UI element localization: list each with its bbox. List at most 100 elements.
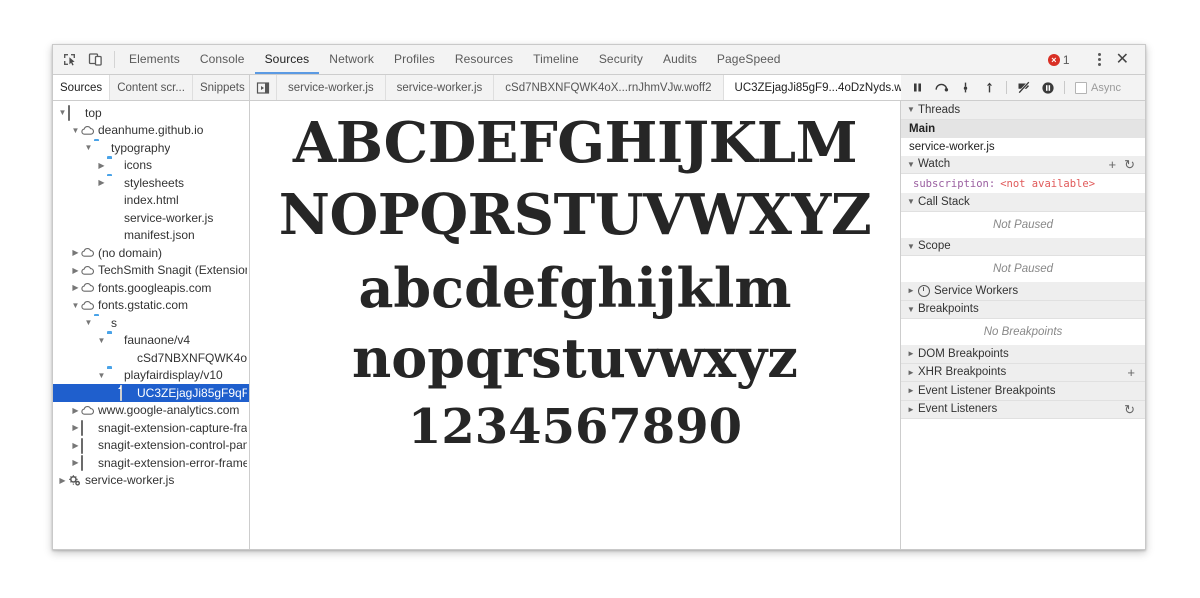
- chevron-right-icon: ►: [907, 386, 915, 396]
- chevron-down-icon: ▼: [907, 197, 915, 207]
- section-threads-header[interactable]: ▼ Threads: [901, 101, 1145, 120]
- sub-tab-sources[interactable]: Sources: [53, 75, 111, 100]
- tree-item[interactable]: ▶ stylesheets: [53, 174, 249, 192]
- section-service-workers-header[interactable]: ► Service Workers: [901, 282, 1145, 301]
- tree-item[interactable]: ▼ top: [53, 104, 249, 122]
- chevron-right-icon[interactable]: ▶: [96, 178, 107, 187]
- tab-pagespeed[interactable]: PageSpeed: [707, 45, 791, 74]
- editor-tab-service-worker-2[interactable]: service-worker.js: [386, 75, 495, 100]
- tree-item[interactable]: service-worker.js: [53, 209, 249, 227]
- tab-security[interactable]: Security: [589, 45, 653, 74]
- close-icon[interactable]: ✕: [1112, 51, 1137, 68]
- editor-tab-service-worker-1[interactable]: service-worker.js: [277, 75, 386, 100]
- tree-item[interactable]: ▼ s: [53, 314, 249, 332]
- tab-timeline[interactable]: Timeline: [523, 45, 589, 74]
- section-breakpoints-header[interactable]: ▼ Breakpoints: [901, 300, 1145, 319]
- tree-item[interactable]: ▶ service-worker.js: [53, 472, 249, 490]
- tree-item[interactable]: ▼ playfairdisplay/v10: [53, 367, 249, 385]
- step-into-button[interactable]: [955, 78, 976, 97]
- chevron-right-icon[interactable]: ▶: [70, 406, 81, 415]
- editor-tab-faunaone-woff2[interactable]: cSd7NBXNFQWK4oX...rnJhmVJw.woff2: [494, 75, 724, 100]
- tree-item[interactable]: cSd7NBXNFQWK4oX1706…: [53, 349, 249, 367]
- tab-sources[interactable]: Sources: [254, 45, 320, 74]
- chevron-right-icon[interactable]: ▶: [70, 441, 81, 450]
- tree-item[interactable]: ▶ TechSmith Snagit (Extension): [53, 262, 249, 280]
- chevron-right-icon[interactable]: ▶: [96, 161, 107, 170]
- tree-item[interactable]: manifest.json: [53, 227, 249, 245]
- devtools-body: Sources Content scr... Snippets ▼ top ▼ dea…: [53, 75, 1145, 549]
- devtools-menu-icon[interactable]: [1089, 53, 1110, 66]
- chevron-down-icon[interactable]: ▼: [96, 371, 107, 380]
- call-stack-empty-message: Not Paused: [901, 211, 1145, 238]
- chevron-right-icon[interactable]: ▶: [70, 248, 81, 257]
- step-over-button[interactable]: [931, 78, 952, 97]
- chevron-right-icon[interactable]: ▶: [57, 476, 68, 485]
- section-breakpoints-title: Breakpoints: [918, 303, 979, 316]
- chevron-down-icon: ▼: [907, 241, 915, 251]
- tree-item[interactable]: index.html: [53, 192, 249, 210]
- chevron-down-icon[interactable]: ▼: [83, 318, 94, 327]
- cloud-icon: [81, 299, 94, 312]
- refresh-watch-icon[interactable]: ↻: [1120, 158, 1139, 171]
- error-count-badge[interactable]: × 1: [1042, 53, 1076, 67]
- tab-network[interactable]: Network: [319, 45, 384, 74]
- tree-item-label: UC3ZEjagJi85gF9qFaBgIM…: [137, 385, 247, 400]
- hide-navigator-icon[interactable]: [250, 75, 277, 100]
- deactivate-breakpoints-button[interactable]: [1013, 78, 1034, 97]
- chevron-right-icon: ►: [907, 404, 915, 414]
- chevron-right-icon[interactable]: ▶: [70, 283, 81, 292]
- refresh-event-listeners-icon[interactable]: ↻: [1120, 403, 1139, 416]
- chevron-right-icon[interactable]: ▶: [70, 266, 81, 275]
- sub-tab-content-scripts[interactable]: Content scr...: [110, 75, 193, 100]
- tab-elements[interactable]: Elements: [119, 45, 190, 74]
- section-call-stack-header[interactable]: ▼ Call Stack: [901, 193, 1145, 212]
- pause-on-exceptions-button[interactable]: [1037, 78, 1058, 97]
- tree-item-label: TechSmith Snagit (Extension): [98, 263, 247, 278]
- chevron-down-icon[interactable]: ▼: [96, 336, 107, 345]
- device-toolbar-icon[interactable]: [87, 51, 104, 68]
- tree-item[interactable]: ▼ faunaone/v4: [53, 332, 249, 350]
- pause-resume-button[interactable]: [907, 78, 928, 97]
- tree-item[interactable]: ▶ (no domain): [53, 244, 249, 262]
- tab-profiles[interactable]: Profiles: [384, 45, 445, 74]
- section-event-listeners-header[interactable]: ► Event Listeners ↻: [901, 400, 1145, 419]
- debugger-toolbar-divider: [1006, 81, 1007, 94]
- tree-item[interactable]: ▼ deanhume.github.io: [53, 122, 249, 140]
- inspect-element-icon[interactable]: [61, 51, 78, 68]
- tree-item[interactable]: ▼ fonts.gstatic.com: [53, 297, 249, 315]
- add-watch-expression-icon[interactable]: +: [1105, 158, 1121, 171]
- tree-item[interactable]: ▶ www.google-analytics.com: [53, 402, 249, 420]
- tree-item[interactable]: ▶ icons: [53, 157, 249, 175]
- tree-item[interactable]: ▶ snagit-extension-control-panel-fr: [53, 437, 249, 455]
- tree-item[interactable]: ▶ fonts.googleapis.com: [53, 279, 249, 297]
- tree-item[interactable]: ▶ snagit-extension-error-frame (err: [53, 454, 249, 472]
- thread-item-main[interactable]: Main: [901, 119, 1145, 138]
- chevron-down-icon[interactable]: ▼: [57, 108, 68, 117]
- tab-resources[interactable]: Resources: [445, 45, 523, 74]
- tree-item[interactable]: UC3ZEjagJi85gF9qFaBgIM…: [53, 384, 249, 402]
- async-checkbox[interactable]: Async: [1075, 81, 1121, 94]
- devtools-panel-tabs: Elements Console Sources Network Profile…: [119, 45, 791, 74]
- sub-tab-snippets[interactable]: Snippets: [193, 75, 253, 100]
- tree-item[interactable]: ▶ snagit-extension-capture-frame (: [53, 419, 249, 437]
- thread-item-service-worker[interactable]: service-worker.js: [901, 138, 1145, 156]
- section-event-listener-breakpoints-header[interactable]: ► Event Listener Breakpoints: [901, 382, 1145, 401]
- tab-console[interactable]: Console: [190, 45, 255, 74]
- section-watch-header[interactable]: ▼ Watch + ↻: [901, 155, 1145, 174]
- tree-item[interactable]: ▼ typography: [53, 139, 249, 157]
- tab-audits[interactable]: Audits: [653, 45, 707, 74]
- add-xhr-breakpoint-icon[interactable]: +: [1123, 366, 1139, 379]
- file-font-icon: [120, 351, 133, 364]
- step-out-button[interactable]: [979, 78, 1000, 97]
- chevron-right-icon[interactable]: ▶: [70, 458, 81, 467]
- chevron-down-icon[interactable]: ▼: [70, 126, 81, 135]
- section-dom-breakpoints-header[interactable]: ► DOM Breakpoints: [901, 345, 1145, 364]
- screenshot-root: Elements Console Sources Network Profile…: [0, 0, 1200, 598]
- chevron-down-icon[interactable]: ▼: [83, 143, 94, 152]
- chevron-right-icon[interactable]: ▶: [70, 423, 81, 432]
- watch-expression-row[interactable]: subscription: <not available>: [901, 174, 1145, 193]
- chevron-right-icon: ►: [907, 367, 915, 377]
- chevron-down-icon[interactable]: ▼: [70, 301, 81, 310]
- section-xhr-breakpoints-header[interactable]: ► XHR Breakpoints +: [901, 363, 1145, 382]
- section-scope-header[interactable]: ▼ Scope: [901, 237, 1145, 256]
